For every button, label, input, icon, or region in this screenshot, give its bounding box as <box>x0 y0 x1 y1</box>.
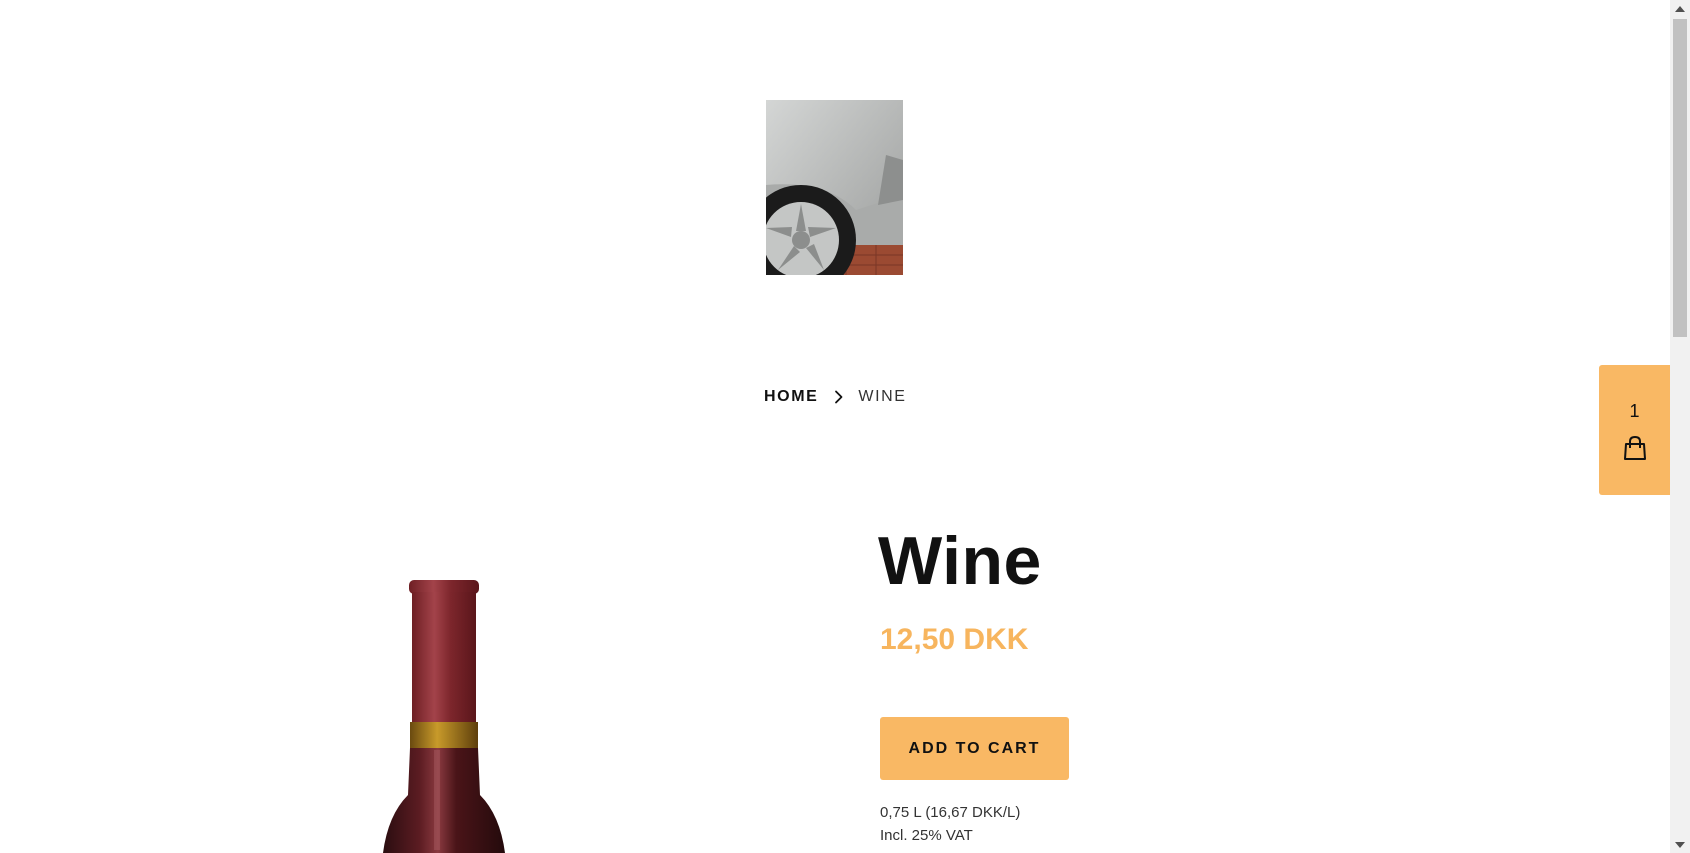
product-title: Wine <box>878 523 1042 599</box>
add-to-cart-button[interactable]: ADD TO CART <box>880 717 1069 780</box>
vat-note: Incl. 25% VAT <box>880 827 973 844</box>
breadcrumb-current: WINE <box>858 388 907 405</box>
cart-count: 1 <box>1629 401 1640 421</box>
product-price: 12,50 DKK <box>880 623 1029 656</box>
cart-widget-button[interactable]: 1 <box>1599 365 1670 495</box>
unit-price: 0,75 L (16,67 DKK/L) <box>880 804 1021 821</box>
scrollbar-thumb[interactable] <box>1673 19 1687 337</box>
breadcrumb: HOME WINE <box>764 386 907 408</box>
chevron-right-icon <box>832 390 846 404</box>
shopping-bag-icon <box>1623 435 1647 461</box>
page-scrollbar[interactable] <box>1670 0 1690 853</box>
product-image[interactable] <box>350 580 550 853</box>
scroll-down-arrow-icon[interactable] <box>1670 836 1690 853</box>
scroll-up-arrow-icon[interactable] <box>1670 0 1690 17</box>
breadcrumb-home-link[interactable]: HOME <box>764 388 818 406</box>
wine-bottle-photo <box>383 580 505 853</box>
car-wheel-photo <box>766 100 903 275</box>
header-logo-image[interactable] <box>766 100 903 275</box>
